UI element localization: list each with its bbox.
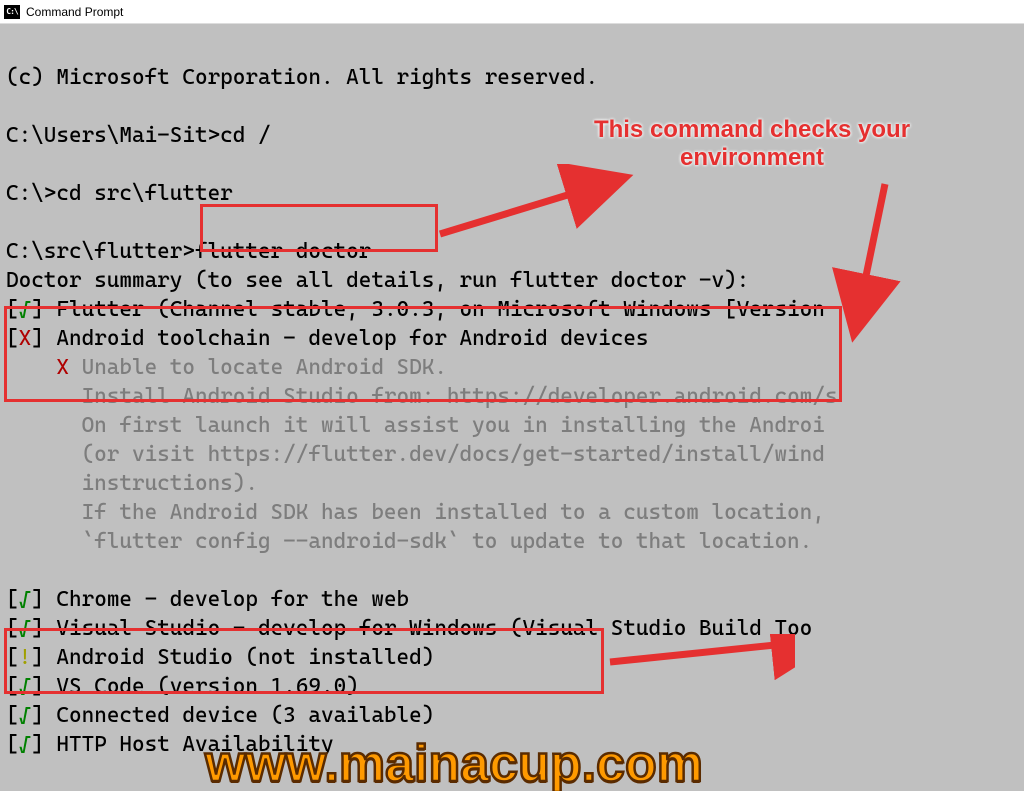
window-title: Command Prompt — [26, 5, 123, 19]
cmd1: cd / — [220, 123, 270, 148]
prompt1: C:\Users\Mai-Sit> — [6, 123, 220, 148]
android-first: On first launch it will assist you in in… — [6, 413, 825, 438]
bracket-close: ] — [31, 674, 56, 699]
arrow-icon — [830, 174, 910, 344]
android-unable: Unable to locate Android SDK. — [69, 355, 447, 380]
connected-line: Connected device (3 available) — [56, 703, 434, 728]
check-icon: √ — [19, 587, 32, 612]
bracket-close: ] — [31, 645, 56, 670]
vscode-line: VS Code (version 1.69.0) — [56, 674, 358, 699]
chrome-line: Chrome - develop for the web — [56, 587, 409, 612]
bracket-open: [ — [6, 645, 19, 670]
cmd3: flutter doctor — [195, 239, 371, 264]
prompt3: C:\src\flutter> — [6, 239, 195, 264]
bracket-open: [ — [6, 674, 19, 699]
watermark: www.mainacup.com — [205, 750, 703, 779]
x-icon: X — [19, 326, 32, 351]
copyright-line: (c) Microsoft Corporation. All rights re… — [6, 65, 598, 90]
android-visit: (or visit https://flutter.dev/docs/get-s… — [6, 442, 825, 467]
android-sdk-custom: If the Android SDK has been installed to… — [6, 500, 825, 525]
android-config: `flutter config --android-sdk` to update… — [6, 529, 812, 554]
android-install-tail: android.com/s — [674, 384, 838, 409]
bracket-open: [ — [6, 732, 19, 757]
prompt2: C:\> — [6, 181, 56, 206]
bracket-close: ] — [31, 326, 56, 351]
indent — [6, 355, 56, 380]
doctor-summary-pre: Doctor summary — [6, 268, 195, 293]
arrow-icon — [430, 164, 650, 254]
window-titlebar: C:\ Command Prompt — [0, 0, 1024, 24]
check-icon: √ — [19, 703, 32, 728]
annotation-callout: This command checks your environment — [582, 116, 922, 172]
bracket-close: ] — [31, 616, 56, 641]
android-instr: instructions). — [6, 471, 258, 496]
bracket-close: ] — [31, 703, 56, 728]
doctor-summary-post: (to see all details, run flutter doctor … — [195, 268, 749, 293]
bracket-close: ] — [31, 297, 56, 322]
bracket-open: [ — [6, 616, 19, 641]
flutter-line: Flutter (Channel stable, 3.0.3, on Micro… — [56, 297, 824, 322]
androidstudio-line: Android Studio (not installed) — [56, 645, 434, 670]
check-icon: √ — [19, 674, 32, 699]
arrow-icon — [595, 634, 795, 684]
bracket-close: ] — [31, 587, 56, 612]
bracket-open: [ — [6, 587, 19, 612]
cmd-icon: C:\ — [4, 5, 20, 19]
check-icon: √ — [19, 297, 32, 322]
visualstudio-line: Visual Studio - develop for Windows (Vis… — [56, 616, 812, 641]
bracket-open: [ — [6, 297, 19, 322]
check-icon: √ — [19, 616, 32, 641]
warn-icon: ! — [19, 645, 32, 670]
android-install: Install Android Studio from: https://dev… — [6, 384, 674, 409]
bracket-open: [ — [6, 703, 19, 728]
bracket-open: [ — [6, 326, 19, 351]
bracket-close: ] — [31, 732, 56, 757]
cmd2: cd src\flutter — [56, 181, 232, 206]
check-icon: √ — [19, 732, 32, 757]
android-toolchain-line: Android toolchain - develop for Android … — [56, 326, 648, 351]
x-icon: X — [56, 355, 69, 380]
terminal-output[interactable]: (c) Microsoft Corporation. All rights re… — [0, 24, 1024, 791]
